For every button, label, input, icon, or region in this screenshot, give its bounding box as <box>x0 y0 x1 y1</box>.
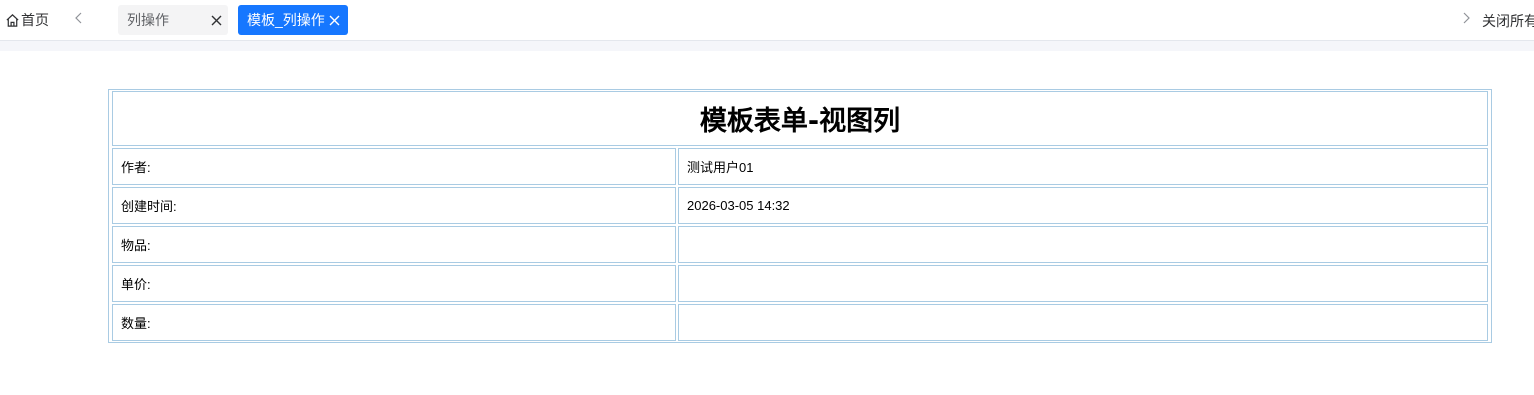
tab-label: 列操作 <box>127 12 169 28</box>
content-divider <box>0 41 1534 51</box>
quantity-value[interactable] <box>678 304 1488 341</box>
author-value: 测试用户01 <box>678 148 1488 185</box>
created-time-label: 创建时间: <box>112 187 676 224</box>
close-icon[interactable] <box>327 13 341 27</box>
item-label: 物品: <box>112 226 676 263</box>
tab-bar: 首页 列操作 模板_列操作 关闭所有 <box>0 0 1534 41</box>
scroll-left-button[interactable] <box>69 10 89 30</box>
chevron-right-icon <box>1461 11 1471 29</box>
home-icon <box>5 13 20 28</box>
table-row: 创建时间: 2026-03-05 14:32 <box>112 187 1488 224</box>
scroll-right-button[interactable] <box>1456 10 1476 30</box>
chevron-left-icon <box>74 11 84 29</box>
quantity-label: 数量: <box>112 304 676 341</box>
tab-label: 模板_列操作 <box>247 12 325 28</box>
tab-column-ops[interactable]: 列操作 <box>118 5 228 35</box>
unit-price-value[interactable] <box>678 265 1488 302</box>
item-value[interactable] <box>678 226 1488 263</box>
close-all-button[interactable]: 关闭所有 <box>1482 11 1534 31</box>
table-row: 作者: 测试用户01 <box>112 148 1488 185</box>
table-row: 数量: <box>112 304 1488 341</box>
form-title: 模板表单-视图列 <box>112 91 1488 146</box>
created-time-value: 2026-03-05 14:32 <box>678 187 1488 224</box>
home-label: 首页 <box>21 12 49 28</box>
unit-price-label: 单价: <box>112 265 676 302</box>
author-label: 作者: <box>112 148 676 185</box>
tab-template-column-ops[interactable]: 模板_列操作 <box>238 5 348 35</box>
table-row: 单价: <box>112 265 1488 302</box>
template-form: 模板表单-视图列 作者: 测试用户01 创建时间: 2026-03-05 14:… <box>108 89 1492 343</box>
close-icon[interactable] <box>209 13 223 27</box>
table-row: 物品: <box>112 226 1488 263</box>
home-tab[interactable]: 首页 <box>5 10 49 30</box>
